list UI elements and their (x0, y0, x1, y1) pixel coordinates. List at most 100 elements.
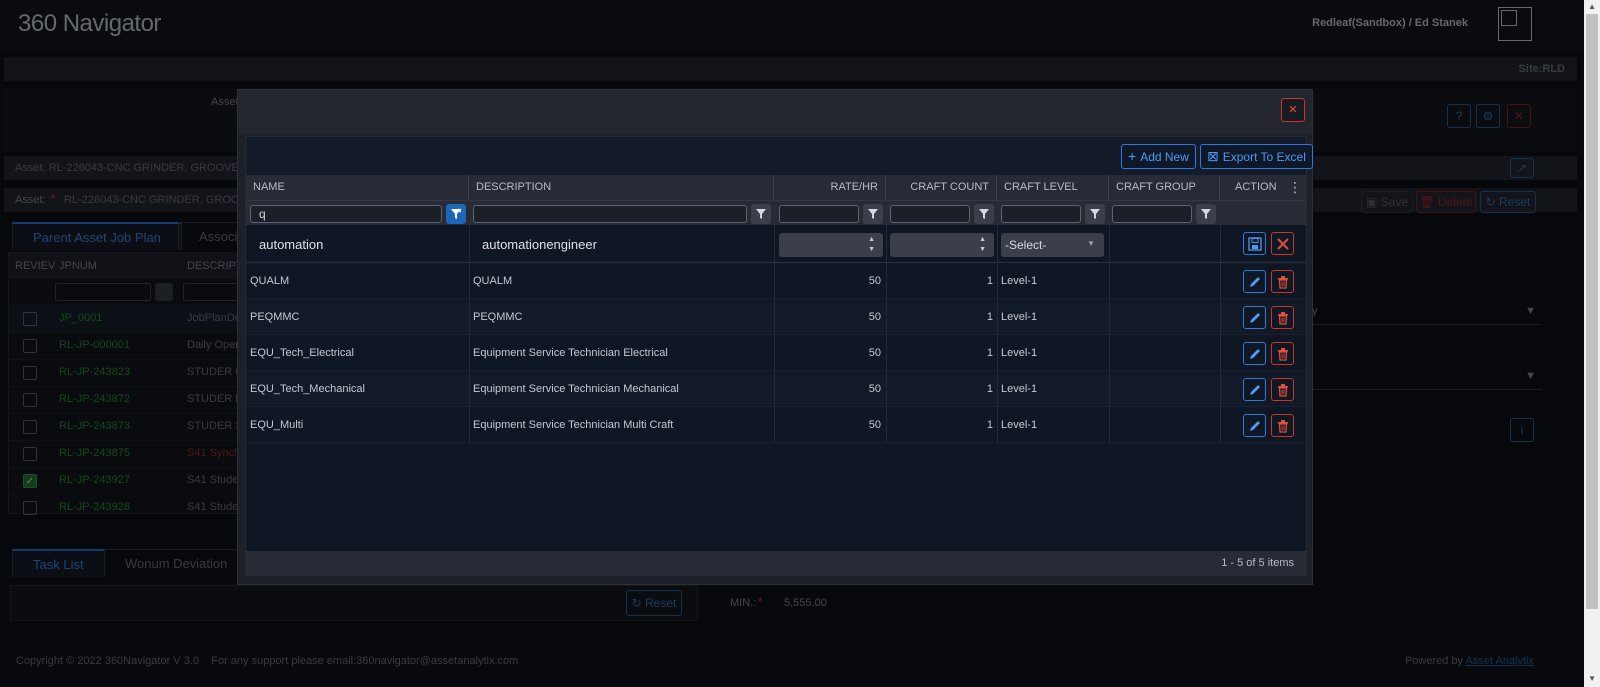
craft-count-filter-input[interactable] (890, 205, 970, 223)
page-scrollbar[interactable]: ▲ ▼ (1584, 0, 1600, 687)
clear-filter-icon[interactable] (446, 204, 466, 224)
scroll-down-icon[interactable]: ▼ (1588, 674, 1596, 683)
delete-button[interactable] (1271, 306, 1294, 329)
edit-button[interactable] (1243, 270, 1266, 293)
name-cell: EQU_Multi (250, 419, 304, 431)
table-row[interactable]: EQU_Tech_Mechanical Equipment Service Te… (246, 372, 1306, 407)
craft-level-cell: Level-1 (1001, 419, 1038, 431)
plus-icon: + (1128, 148, 1137, 164)
description-cell: PEQMMC (473, 311, 523, 323)
description-cell: Equipment Service Technician Electrical (473, 347, 668, 359)
delete-button[interactable] (1271, 342, 1294, 365)
col-rate[interactable]: RATE/HR (774, 175, 886, 200)
filter-icon[interactable] (863, 204, 883, 224)
craft-level-cell: Level-1 (1001, 275, 1038, 287)
save-icon (1248, 237, 1262, 251)
stepper-up-icon[interactable]: ▲ (979, 236, 986, 243)
col-craft-count[interactable]: CRAFT COUNT (886, 175, 997, 200)
rate-cell: 50 (868, 419, 881, 431)
description-cell: QUALM (473, 275, 513, 287)
craft-count-cell: 1 (986, 311, 993, 323)
rate-cell: 50 (868, 347, 881, 359)
name-filter-input[interactable]: q (250, 205, 442, 223)
craft-count-cell: 1 (986, 275, 993, 287)
description-cell: Equipment Service Technician Mechanical (473, 383, 679, 395)
filter-icon[interactable] (751, 204, 771, 224)
filter-icon[interactable] (974, 204, 994, 224)
name-cell: QUALM (250, 275, 290, 287)
save-row-button[interactable] (1243, 232, 1266, 255)
column-divider (1220, 225, 1221, 443)
filter-icon[interactable] (1196, 204, 1216, 224)
rate-cell: 50 (868, 275, 881, 287)
grid-toolbar: + Add New ⊠ Export To Excel (246, 137, 1313, 175)
craft-level-cell: Level-1 (1001, 347, 1038, 359)
col-craft-level[interactable]: CRAFT LEVEL (997, 175, 1109, 200)
trash-icon (1278, 384, 1288, 397)
trash-icon (1278, 420, 1288, 433)
pencil-icon (1250, 385, 1260, 395)
cancel-row-button[interactable] (1271, 232, 1294, 255)
scroll-up-icon[interactable]: ▲ (1588, 2, 1596, 11)
col-action-label: ACTION (1235, 181, 1277, 193)
col-craft-group[interactable]: CRAFT GROUP (1109, 175, 1220, 200)
craft-count-cell: 1 (986, 347, 993, 359)
craft-modal: × + Add New ⊠ Export To Excel NAME DESCRIP… (237, 89, 1313, 585)
stepper-up-icon[interactable]: ▲ (868, 236, 875, 243)
table-row[interactable]: EQU_Multi Equipment Service Technician M… (246, 408, 1306, 443)
col-description[interactable]: DESCRIPTION (469, 175, 774, 200)
craft-level-cell: Level-1 (1001, 311, 1038, 323)
edit-button[interactable] (1243, 378, 1266, 401)
export-excel-label: Export To Excel (1222, 150, 1306, 164)
craft-level-filter-input[interactable] (1001, 205, 1081, 223)
name-cell: EQU_Tech_Mechanical (250, 383, 365, 395)
col-action: ACTION ⋮ (1220, 175, 1306, 200)
rate-cell: 50 (868, 383, 881, 395)
delete-button[interactable] (1271, 414, 1294, 437)
trash-icon (1278, 312, 1288, 325)
filter-icon[interactable] (1085, 204, 1105, 224)
column-divider (1109, 225, 1110, 443)
more-vertical-icon[interactable]: ⋮ (1288, 175, 1302, 200)
add-new-button[interactable]: + Add New (1121, 144, 1196, 169)
craft-group-filter-input[interactable] (1112, 205, 1192, 223)
description-cell: Equipment Service Technician Multi Craft (473, 419, 674, 431)
column-divider (886, 225, 887, 443)
edit-name-input[interactable]: automation (259, 237, 323, 252)
craft-count-cell: 1 (986, 383, 993, 395)
rate-filter-input[interactable] (779, 205, 859, 223)
table-row[interactable]: QUALM QUALM 50 1 Level-1 (246, 264, 1306, 299)
edit-craft-level-select[interactable]: -Select- ▼ (1001, 233, 1104, 257)
new-craft-edit-row: automation automationengineer ▲ ▼ ▲ ▼ -Sel… (246, 225, 1306, 263)
stepper-down-icon[interactable]: ▼ (868, 246, 875, 253)
craft-level-select-value: -Select- (1005, 238, 1047, 252)
name-cell: EQU_Tech_Electrical (250, 347, 354, 359)
edit-craft-count-stepper[interactable]: ▲ ▼ (890, 233, 994, 257)
edit-button[interactable] (1243, 414, 1266, 437)
pencil-icon (1250, 349, 1260, 359)
grid-pager: 1 - 5 of 5 items (246, 551, 1306, 575)
delete-button[interactable] (1271, 270, 1294, 293)
edit-rate-stepper[interactable]: ▲ ▼ (779, 233, 883, 257)
col-name[interactable]: NAME (246, 175, 469, 200)
pencil-icon (1250, 313, 1260, 323)
close-icon (1277, 238, 1289, 250)
filter-row: q (246, 200, 1306, 225)
close-icon[interactable]: × (1281, 98, 1305, 122)
stepper-down-icon[interactable]: ▼ (979, 246, 986, 253)
delete-button[interactable] (1271, 378, 1294, 401)
grid-header: NAME DESCRIPTION RATE/HR CRAFT COUNT CRA… (246, 175, 1306, 200)
scroll-thumb[interactable] (1586, 14, 1598, 609)
name-cell: PEQMMC (250, 311, 300, 323)
excel-icon: ⊠ (1207, 148, 1219, 164)
table-row[interactable]: PEQMMC PEQMMC 50 1 Level-1 (246, 300, 1306, 335)
modal-header: × (238, 90, 1312, 134)
edit-button[interactable] (1243, 306, 1266, 329)
table-row[interactable]: EQU_Tech_Electrical Equipment Service Te… (246, 336, 1306, 371)
pager-info: 1 - 5 of 5 items (1221, 557, 1294, 569)
edit-description-input[interactable]: automationengineer (482, 237, 597, 252)
chevron-down-icon: ▼ (1087, 239, 1095, 248)
export-excel-button[interactable]: ⊠ Export To Excel (1200, 144, 1313, 169)
edit-button[interactable] (1243, 342, 1266, 365)
description-filter-input[interactable] (473, 205, 747, 223)
